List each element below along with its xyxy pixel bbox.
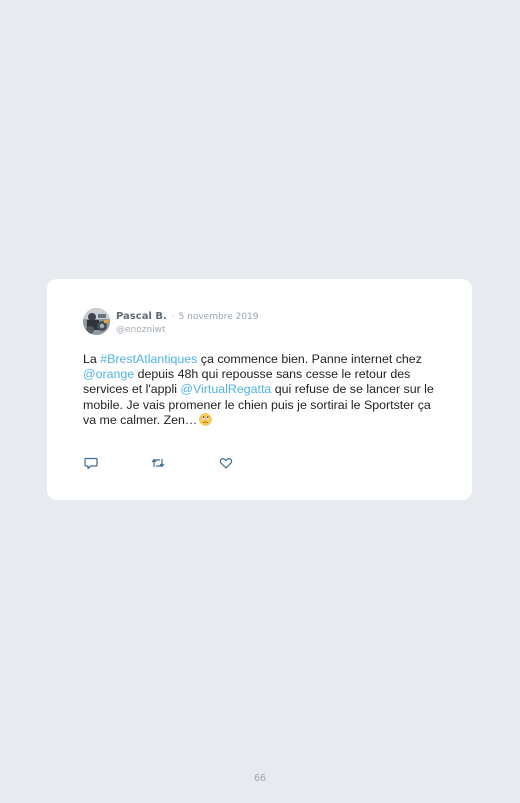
- page-number: 66: [253, 773, 267, 784]
- tweet-date[interactable]: 5 novembre 2019: [179, 312, 259, 322]
- retweet-icon: [151, 458, 165, 468]
- tweet-actions: [83, 455, 283, 471]
- tweet-meta: Pascal B. · 5 novembre 2019 @enozniwt: [116, 308, 259, 337]
- tweet-text-part: ça commence bien. Panne internet chez: [197, 352, 422, 366]
- like-icon: [219, 458, 233, 469]
- author-handle[interactable]: @enozniwt: [116, 324, 259, 337]
- author-name[interactable]: Pascal B.: [116, 311, 167, 322]
- retweet-button[interactable]: [150, 455, 166, 471]
- mention-link-orange[interactable]: @orange: [83, 367, 134, 381]
- meta-separator: ·: [171, 312, 175, 322]
- reply-icon: [84, 457, 98, 470]
- tweet-card: Pascal B. · 5 novembre 2019 @enozniwt La…: [47, 279, 472, 500]
- tweet-text-part: La: [83, 352, 101, 366]
- mention-link-virtualregatta[interactable]: @VirtualRegatta: [180, 382, 271, 396]
- avatar[interactable]: [83, 308, 110, 335]
- tweet-text: La #BrestAtlantiques ça commence bien. P…: [83, 352, 443, 428]
- reply-button[interactable]: [83, 455, 99, 471]
- hashtag-link[interactable]: #BrestAtlantiques: [100, 352, 197, 366]
- rolling-eyes-emoji-icon: [199, 413, 213, 426]
- avatar-image: [83, 308, 110, 335]
- like-button[interactable]: [218, 455, 234, 471]
